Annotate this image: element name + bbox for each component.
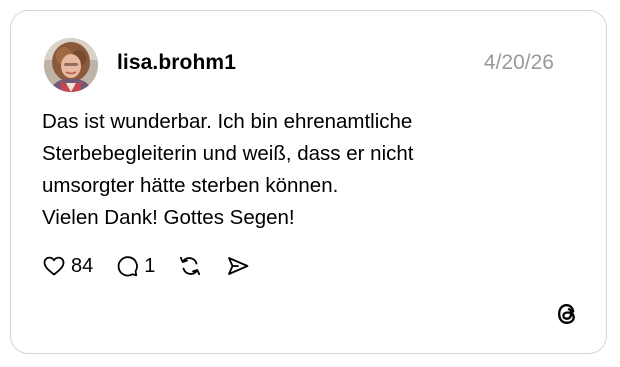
like-button[interactable]: 84 xyxy=(42,254,93,278)
avatar-image xyxy=(44,38,98,92)
username-link[interactable]: lisa.brohm1 xyxy=(117,51,236,75)
send-icon xyxy=(225,254,251,278)
avatar[interactable] xyxy=(44,38,98,92)
heart-icon xyxy=(42,254,66,278)
repost-button[interactable] xyxy=(177,254,203,278)
reply-count: 1 xyxy=(144,254,156,277)
post-date[interactable]: 4/20/26 xyxy=(484,51,554,75)
post-actions: 84 1 xyxy=(42,251,273,281)
repost-icon xyxy=(177,254,203,278)
threads-logo-icon xyxy=(554,301,580,327)
reply-button[interactable]: 1 xyxy=(115,254,155,278)
post-text: Das ist wunderbar. Ich bin ehrenamtliche… xyxy=(42,106,542,234)
post-card: lisa.brohm1 4/20/26 Das ist wunderbar. I… xyxy=(10,10,607,354)
like-count: 84 xyxy=(71,254,94,277)
share-button[interactable] xyxy=(225,254,251,278)
post-text-line: Vielen Dank! Gottes Segen! xyxy=(42,206,295,229)
post-text-line: umsorgter hätte sterben können. xyxy=(42,174,339,197)
post-text-line: Sterbebegleiterin und weiß, dass er nich… xyxy=(42,142,414,165)
comment-icon xyxy=(115,254,139,278)
post-text-line: Das ist wunderbar. Ich bin ehrenamtliche xyxy=(42,110,413,133)
